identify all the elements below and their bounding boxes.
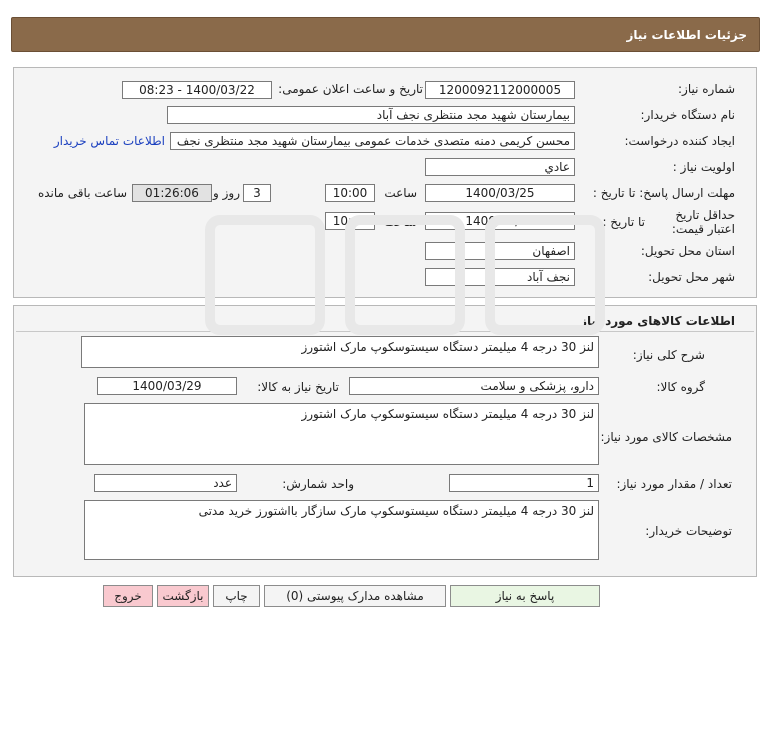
hours-left-label: ساعت باقی مانده — [37, 186, 127, 200]
goods-section-title: اطلاعات کالاهای مورد نیاز — [580, 314, 735, 328]
priority-field: عادي — [425, 158, 575, 176]
province-label: استان محل تحویل: — [640, 244, 735, 258]
deadline-label: مهلت ارسال پاسخ: تا تاریخ : — [592, 186, 735, 200]
validity-time-label: ساعت — [384, 215, 417, 229]
deadline-time-label: ساعت — [384, 186, 417, 200]
reply-button[interactable]: پاسخ به نیاز — [450, 585, 600, 607]
need-date-label: تاریخ نیاز به کالا: — [257, 380, 339, 394]
province-field: اصفهان — [425, 242, 575, 260]
buyer-org-field: بیمارستان شهید مجد منتظری نجف آباد — [167, 106, 575, 124]
general-desc-label: شرح کلی نیاز: — [632, 348, 705, 362]
buyer-notes-field: لنز 30 درجه 4 میلیمتر دستگاه سیستوسکوپ م… — [84, 500, 599, 560]
deadline-time-field: 10:00 — [325, 184, 375, 202]
qty-field: 1 — [449, 474, 599, 492]
city-label: شهر محل تحویل: — [648, 270, 735, 284]
need-date-field: 1400/03/29 — [97, 377, 237, 395]
attachments-button[interactable]: مشاهده مدارک پیوستی (0) — [264, 585, 446, 607]
requester-field: محسن کریمی دمنه متصدی خدمات عمومی بیمارس… — [170, 132, 575, 150]
need-number-field: 1200092112000005 — [425, 81, 575, 99]
validity-time-field: 10:00 — [325, 212, 375, 230]
need-number-label: شماره نیاز: — [678, 82, 735, 96]
days-and-label: روز و — [213, 186, 240, 200]
until-date-label: تا تاریخ : — [602, 215, 645, 229]
requester-label: ایجاد کننده درخواست: — [624, 134, 735, 148]
page-title: جزئیات اطلاعات نیاز — [626, 28, 747, 42]
announce-datetime-label: تاریخ و ساعت اعلان عمومی: — [278, 82, 423, 96]
days-left-field: 3 — [243, 184, 271, 202]
need-info-panel — [13, 67, 757, 298]
spec-field: لنز 30 درجه 4 میلیمتر دستگاه سیستوسکوپ م… — [84, 403, 599, 465]
time-left-field: 01:26:06 — [132, 184, 212, 202]
qty-label: تعداد / مقدار مورد نیاز: — [616, 477, 732, 491]
unit-label: واحد شمارش: — [282, 477, 354, 491]
city-field: نجف آباد — [425, 268, 575, 286]
section-divider — [16, 331, 754, 332]
buyer-contact-link[interactable]: اطلاعات تماس خریدار — [54, 134, 165, 148]
page-header: جزئیات اطلاعات نیاز — [11, 17, 760, 52]
spec-label: مشخصات کالای مورد نیاز: — [600, 430, 732, 444]
general-desc-field: لنز 30 درجه 4 میلیمتر دستگاه سیستوسکوپ م… — [81, 336, 599, 368]
exit-button[interactable]: خروج — [103, 585, 153, 607]
goods-group-field: دارو، پزشکی و سلامت — [349, 377, 599, 395]
buyer-notes-label: توضیحات خریدار: — [645, 524, 732, 538]
validity-date-field: 1400/03/27 — [425, 212, 575, 230]
unit-field: عدد — [94, 474, 237, 492]
buyer-org-label: نام دستگاه خریدار: — [640, 108, 736, 122]
priority-label: اولویت نیاز : — [672, 160, 735, 174]
price-validity-label: حداقل تاریخ اعتبار قیمت: — [671, 208, 735, 236]
announce-datetime-field: 1400/03/22 - 08:23 — [122, 81, 272, 99]
deadline-date-field: 1400/03/25 — [425, 184, 575, 202]
back-button[interactable]: بازگشت — [157, 585, 209, 607]
goods-group-label: گروه کالا: — [656, 380, 706, 394]
print-button[interactable]: چاپ — [213, 585, 260, 607]
